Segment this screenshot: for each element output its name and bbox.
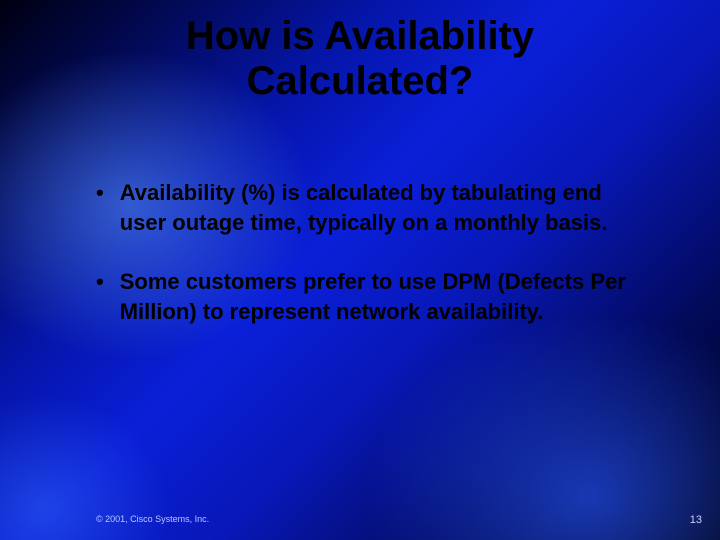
title-line-2: Calculated? <box>247 59 474 103</box>
slide-title: How is Availability Calculated? <box>0 14 720 104</box>
bullet-item: • Availability (%) is calculated by tabu… <box>96 178 636 239</box>
slide: How is Availability Calculated? • Availa… <box>0 0 720 540</box>
bullet-item: • Some customers prefer to use DPM (Defe… <box>96 267 636 328</box>
bullet-icon: • <box>96 267 104 297</box>
bullet-icon: • <box>96 178 104 208</box>
page-number: 13 <box>690 514 702 526</box>
title-line-1: How is Availability <box>186 14 534 58</box>
copyright-text: © 2001, Cisco Systems, Inc. <box>96 514 209 524</box>
bullet-text: Availability (%) is calculated by tabula… <box>120 178 636 239</box>
bullet-text: Some customers prefer to use DPM (Defect… <box>120 267 636 328</box>
slide-body: • Availability (%) is calculated by tabu… <box>96 178 636 355</box>
